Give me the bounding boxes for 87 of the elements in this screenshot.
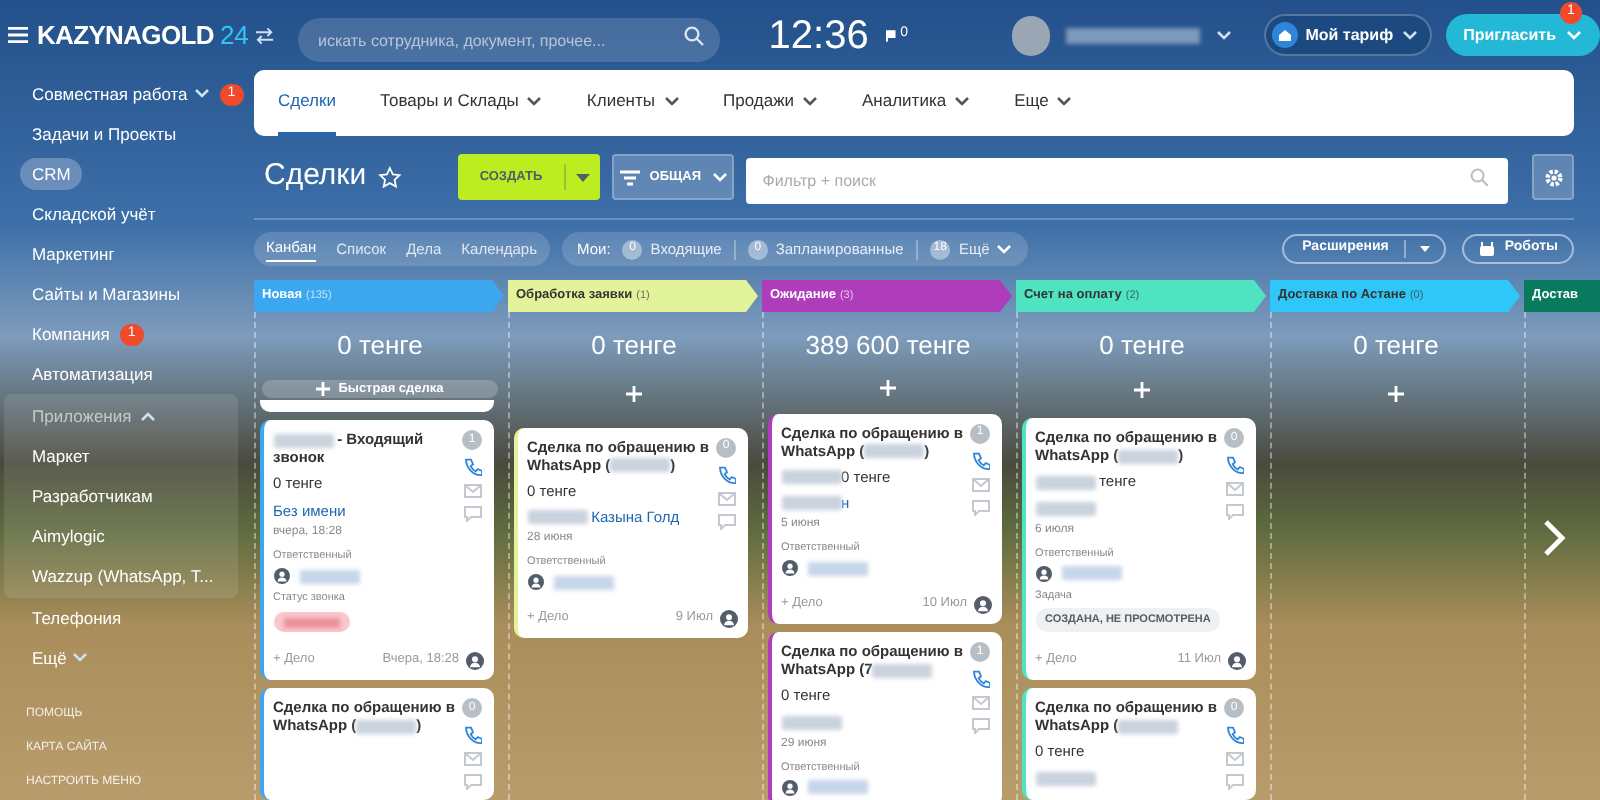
sidebar-item[interactable]: Сайты и Магазины bbox=[32, 281, 181, 307]
swap-icon[interactable] bbox=[256, 27, 274, 43]
caret-icon bbox=[576, 173, 591, 181]
nav-tab[interactable]: Продажи bbox=[723, 70, 818, 136]
plus-icon[interactable] bbox=[880, 379, 896, 395]
redacted-text bbox=[299, 569, 359, 583]
clock-text: 12:36 bbox=[768, 11, 869, 61]
mail-icon[interactable] bbox=[1225, 482, 1243, 496]
filter-search-field[interactable]: Фильтр + поиск bbox=[746, 158, 1509, 204]
column-sum: 0 тенге bbox=[337, 328, 423, 364]
nav-tab[interactable]: Еще bbox=[1014, 70, 1073, 136]
column-sum: 389 600 тенге bbox=[805, 328, 971, 364]
redacted-text bbox=[1061, 566, 1121, 581]
column-sum: 0 тенге bbox=[1353, 328, 1439, 364]
user-icon bbox=[973, 595, 991, 614]
filter-icon bbox=[619, 169, 640, 185]
mail-icon[interactable] bbox=[971, 696, 989, 710]
robot-icon bbox=[1478, 241, 1497, 257]
column-sum: 0 тенге bbox=[591, 328, 677, 364]
plus-icon bbox=[316, 381, 331, 396]
mail-icon[interactable] bbox=[971, 477, 989, 491]
mail-icon[interactable] bbox=[463, 484, 481, 499]
logo-text: KAZYNAGOLD bbox=[36, 17, 214, 54]
chevron-down-icon bbox=[1566, 29, 1582, 41]
nav-tab[interactable]: Сделки bbox=[278, 70, 336, 136]
redacted-user-name bbox=[1066, 27, 1200, 43]
chevron-down-icon bbox=[711, 171, 727, 183]
phone-icon[interactable] bbox=[463, 726, 481, 744]
sidebar-item[interactable]: Маркет bbox=[32, 443, 90, 469]
redacted-text bbox=[807, 561, 867, 576]
tariff-button[interactable]: Мой тариф bbox=[1263, 14, 1432, 56]
user-icon bbox=[1227, 651, 1245, 670]
sidebar-item[interactable]: Aimylogic bbox=[32, 523, 105, 549]
chevron-down-icon bbox=[995, 243, 1012, 255]
chevron-down-icon bbox=[1215, 29, 1232, 41]
sidebar-item[interactable]: CRM bbox=[20, 157, 83, 191]
nav-tab[interactable]: Аналитика bbox=[862, 70, 971, 136]
nav-tab[interactable]: Клиенты bbox=[586, 70, 679, 136]
phone-icon[interactable] bbox=[1225, 456, 1243, 474]
flag-icon[interactable] bbox=[886, 29, 897, 41]
sidebar-item[interactable]: Компания bbox=[32, 321, 110, 347]
sidebar-item[interactable]: Wazzup (WhatsApp, T... bbox=[32, 563, 214, 589]
caret-icon bbox=[1420, 246, 1431, 252]
search-icon bbox=[1470, 168, 1489, 186]
sidebar-item[interactable]: Совместная работа bbox=[32, 81, 188, 107]
user-icon bbox=[781, 560, 797, 577]
mail-icon[interactable] bbox=[463, 752, 481, 766]
sidebar-item[interactable]: Телефония bbox=[32, 605, 122, 631]
mail-icon[interactable] bbox=[1225, 752, 1243, 766]
plus-icon[interactable] bbox=[626, 386, 642, 402]
settings-icon bbox=[1543, 167, 1564, 187]
page-title: Сделки bbox=[264, 156, 367, 197]
sidebar-item[interactable]: Маркетинг bbox=[32, 241, 115, 267]
phone-icon[interactable] bbox=[971, 451, 989, 469]
sidebar-group-header[interactable]: Приложения bbox=[32, 403, 132, 429]
mail-icon[interactable] bbox=[717, 491, 735, 505]
home-icon bbox=[1271, 22, 1298, 48]
column-sum: 0 тенге bbox=[1099, 328, 1185, 364]
sidebar-item[interactable]: Разработчикам bbox=[32, 483, 153, 509]
logo-number: 24 bbox=[219, 17, 249, 54]
user-icon bbox=[273, 568, 289, 584]
phone-icon[interactable] bbox=[463, 458, 481, 477]
menu-icon[interactable] bbox=[8, 26, 29, 44]
chevron-down-icon bbox=[1401, 29, 1418, 41]
user-icon bbox=[1035, 565, 1051, 582]
phone-icon[interactable] bbox=[717, 465, 735, 483]
redacted-text bbox=[283, 617, 339, 628]
user-icon bbox=[781, 779, 797, 796]
invite-button[interactable]: Пригласить bbox=[1445, 14, 1600, 56]
nav-tab[interactable]: Товары и Склады bbox=[379, 70, 543, 136]
phone-icon[interactable] bbox=[971, 670, 989, 688]
user-icon bbox=[465, 651, 483, 670]
redacted-text bbox=[807, 780, 867, 795]
user-icon bbox=[527, 574, 543, 591]
sidebar-item[interactable]: Складской учёт bbox=[32, 201, 156, 227]
star-icon[interactable] bbox=[378, 165, 402, 189]
redacted-text bbox=[553, 575, 613, 590]
sidebar-item[interactable]: Автоматизация bbox=[32, 361, 153, 387]
chevron-right-icon[interactable] bbox=[1542, 520, 1566, 556]
sidebar-item[interactable]: Ещё bbox=[32, 645, 67, 671]
user-icon bbox=[719, 609, 737, 628]
plus-icon[interactable] bbox=[1388, 386, 1404, 402]
settings-button[interactable] bbox=[1532, 154, 1574, 200]
sidebar-item[interactable]: Задачи и Проекты bbox=[32, 121, 177, 147]
search-icon bbox=[684, 25, 705, 45]
plus-icon[interactable] bbox=[1134, 381, 1150, 398]
phone-icon[interactable] bbox=[1225, 726, 1243, 744]
